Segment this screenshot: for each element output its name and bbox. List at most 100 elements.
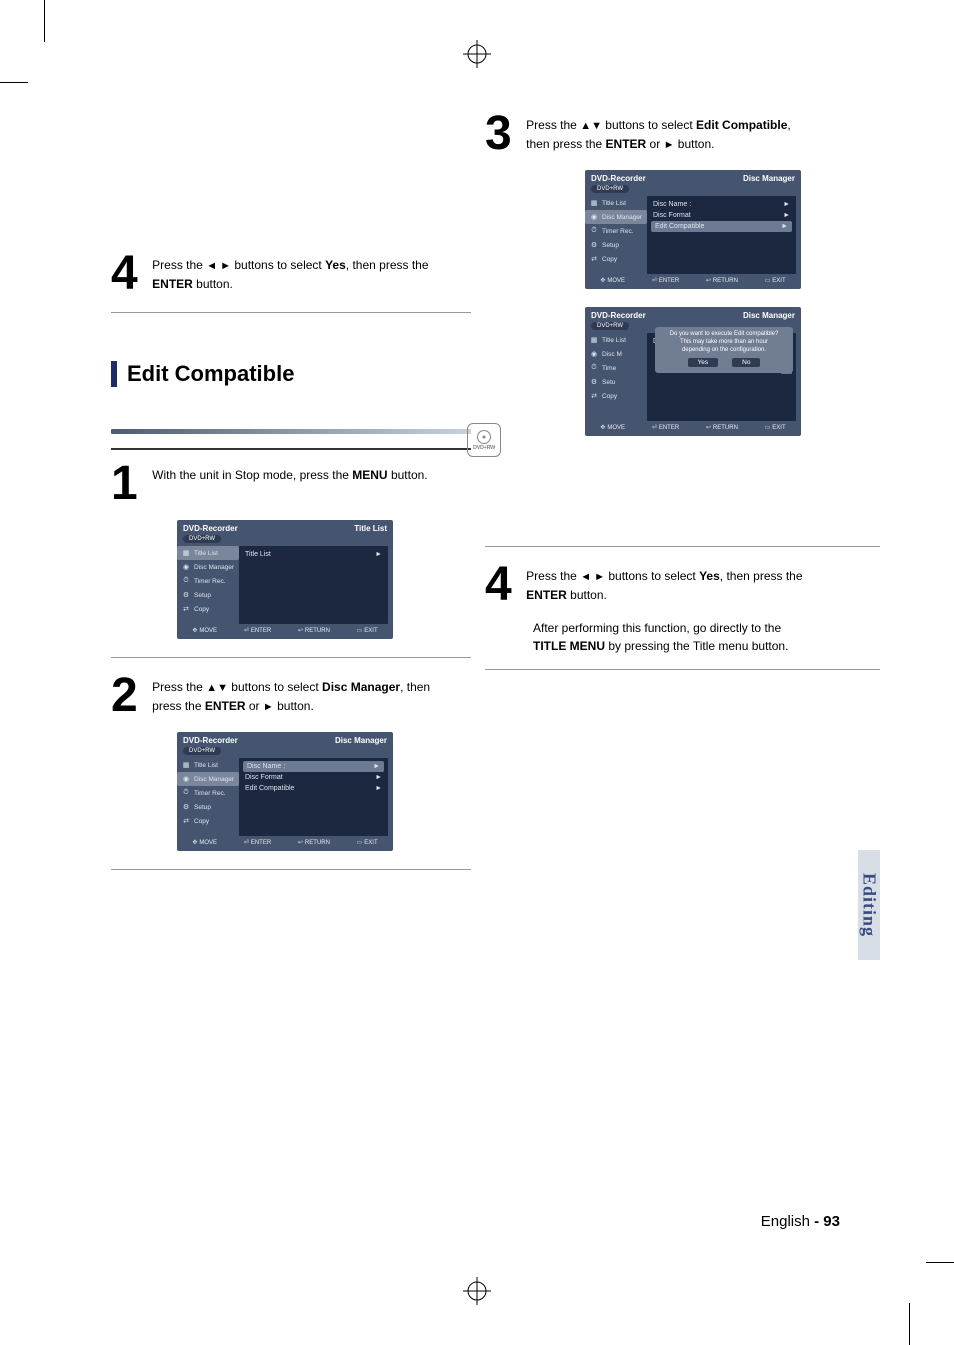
panel-title: DVD-Recorder [183, 736, 238, 745]
sidebar-icon: ▦ [589, 198, 599, 208]
sidebar-icon: ⏱ [181, 788, 191, 798]
section-bar-icon [111, 361, 117, 387]
panel-title: DVD-Recorder [591, 311, 646, 320]
sidebar-item[interactable]: ⚙ Setup [177, 588, 239, 602]
sidebar-icon: ◉ [181, 562, 191, 572]
step-3: 3 Press the ▲▼ buttons to select Edit Co… [485, 110, 880, 158]
sidebar-item[interactable]: ⇄ Copy [177, 814, 239, 828]
dialog-no-button[interactable]: No [732, 358, 760, 367]
sidebar-label: Disc Manager [602, 214, 642, 221]
registration-mark [463, 1277, 491, 1305]
sidebar-icon: ⚙ [589, 240, 599, 250]
panel-main: Disc Name : ► Disc Format ► Edit Compati… [239, 758, 388, 836]
sidebar-label: Title List [194, 762, 218, 769]
menu-row[interactable]: Edit Compatible ► [243, 783, 384, 794]
sidebar-icon: ⇄ [181, 816, 191, 826]
confirm-dialog: Do you want to execute Edit compatible? … [655, 327, 793, 373]
sidebar-label: Timer Rec. [194, 578, 226, 585]
sidebar-label: Timer Rec. [602, 228, 634, 235]
page: 4 Press the ◄ ► buttons to select Yes, t… [70, 110, 880, 1230]
panel-footer: ✥MOVE ⏎ENTER ↩RETURN ▭EXIT [585, 274, 801, 285]
sidebar-item[interactable]: ⚙ Setu [585, 375, 647, 389]
step-text: Press the ◄ ► buttons to select Yes, the… [526, 561, 802, 604]
panel-section: Disc Manager [743, 311, 795, 320]
sidebar-label: Title List [602, 200, 626, 207]
sidebar-label: Disc Manager [194, 776, 234, 783]
sidebar-label: Copy [194, 818, 209, 825]
step-text: Press the ◄ ► buttons to select Yes, the… [152, 250, 428, 293]
panel-main: Title List ► [239, 546, 388, 624]
sidebar-icon: ⏱ [589, 226, 599, 236]
menu-row[interactable]: Edit Compatible ► [651, 221, 792, 232]
sidebar-icon: ⏱ [181, 576, 191, 586]
sidebar-label: Copy [602, 393, 617, 400]
step-number: 3 [485, 110, 512, 158]
page-number: English - 93 [761, 1213, 840, 1230]
paragraph: After performing this function, go direc… [533, 619, 880, 655]
divider [111, 657, 471, 658]
sidebar-label: Title List [602, 337, 626, 344]
sidebar-item[interactable]: ▦ Title List [177, 546, 239, 560]
sidebar-icon: ⚙ [181, 802, 191, 812]
sidebar-item[interactable]: ⏱ Time [585, 361, 647, 375]
ui-panel-disc-manager: DVD-Recorder Disc Manager DVD+RW ▦ Title… [177, 732, 393, 851]
sidebar-label: Setup [602, 242, 619, 249]
sidebar-item[interactable]: ⚙ Setup [177, 800, 239, 814]
panel-footer: ✥MOVE ⏎ENTER ↩RETURN ▭EXIT [585, 421, 801, 432]
sidebar-label: Title List [194, 550, 218, 557]
sidebar-item[interactable]: ⇄ Copy [585, 389, 647, 403]
ui-panel-title-list: DVD-Recorder Title List DVD+RW ▦ Title L… [177, 520, 393, 639]
menu-row[interactable]: Disc Format ► [651, 210, 792, 221]
step-number: 1 [111, 460, 138, 508]
sidebar-item[interactable]: ◉ Disc Manager [177, 772, 239, 786]
step-number: 4 [485, 561, 512, 609]
step-1: 1 With the unit in Stop mode, press the … [111, 460, 471, 508]
sidebar-item[interactable]: ⇄ Copy [177, 602, 239, 616]
disc-type-tag: DVD+RW [591, 185, 629, 193]
ui-panel-confirm-dialog: DVD-Recorder Disc Manager DVD+RW ▦ Title… [585, 307, 801, 436]
crop-mark [44, 0, 45, 42]
sidebar-item[interactable]: ◉ Disc Manager [177, 560, 239, 574]
sidebar-item[interactable]: ⚙ Setup [585, 238, 647, 252]
sidebar-item[interactable]: ⇄ Copy [585, 252, 647, 266]
panel-footer: ✥MOVE ⏎ENTER ↩RETURN ▭EXIT [177, 836, 393, 847]
sidebar-item[interactable]: ⏱ Timer Rec. [585, 224, 647, 238]
sidebar-item[interactable]: ⏱ Timer Rec. [177, 786, 239, 800]
chevron-right-icon: ► [373, 763, 380, 770]
sidebar-icon: ◉ [589, 212, 599, 222]
left-column: 4 Press the ◄ ► buttons to select Yes, t… [111, 110, 471, 884]
panel-footer: ✥MOVE ⏎ENTER ↩RETURN ▭EXIT [177, 624, 393, 635]
sidebar-item[interactable]: ▦ Title List [585, 333, 647, 347]
dialog-yes-button[interactable]: Yes [688, 358, 719, 367]
menu-row[interactable]: Title List ► [243, 549, 384, 560]
sidebar-item[interactable]: ⏱ Timer Rec. [177, 574, 239, 588]
sidebar-label: Setu [602, 379, 615, 386]
chevron-right-icon: ► [375, 785, 382, 792]
sidebar-label: Setup [194, 592, 211, 599]
step-number: 4 [111, 250, 138, 298]
chevron-right-icon: ► [375, 774, 382, 781]
panel-section: Disc Manager [743, 174, 795, 183]
menu-row[interactable]: Disc Name : ► [651, 199, 792, 210]
sidebar-item[interactable]: ◉ Disc Manager [585, 210, 647, 224]
step-text: Press the ▲▼ buttons to select Edit Comp… [526, 110, 791, 153]
menu-row[interactable]: Disc Name : ► [243, 761, 384, 772]
sidebar-label: Time [602, 365, 616, 372]
sidebar-icon: ▦ [181, 548, 191, 558]
sidebar-label: Timer Rec. [194, 790, 226, 797]
registration-mark [463, 40, 491, 68]
sidebar-icon: ⚙ [589, 377, 599, 387]
sidebar-icon: ◉ [589, 349, 599, 359]
ui-panel-edit-compatible: DVD-Recorder Disc Manager DVD+RW ▦ Title… [585, 170, 801, 289]
sidebar-icon: ⇄ [181, 604, 191, 614]
menu-row[interactable]: Disc Format ► [243, 772, 384, 783]
right-column: 3 Press the ▲▼ buttons to select Edit Co… [485, 110, 880, 684]
step-2: 2 Press the ▲▼ buttons to select Disc Ma… [111, 672, 471, 720]
sidebar-item[interactable]: ◉ Disc M [585, 347, 647, 361]
sidebar-item[interactable]: ▦ Title List [177, 758, 239, 772]
sidebar-icon: ⇄ [589, 254, 599, 264]
panel-title: DVD-Recorder [591, 174, 646, 183]
step-4-top: 4 Press the ◄ ► buttons to select Yes, t… [111, 250, 471, 298]
sidebar-item[interactable]: ▦ Title List [585, 196, 647, 210]
chevron-right-icon: ► [783, 212, 790, 219]
